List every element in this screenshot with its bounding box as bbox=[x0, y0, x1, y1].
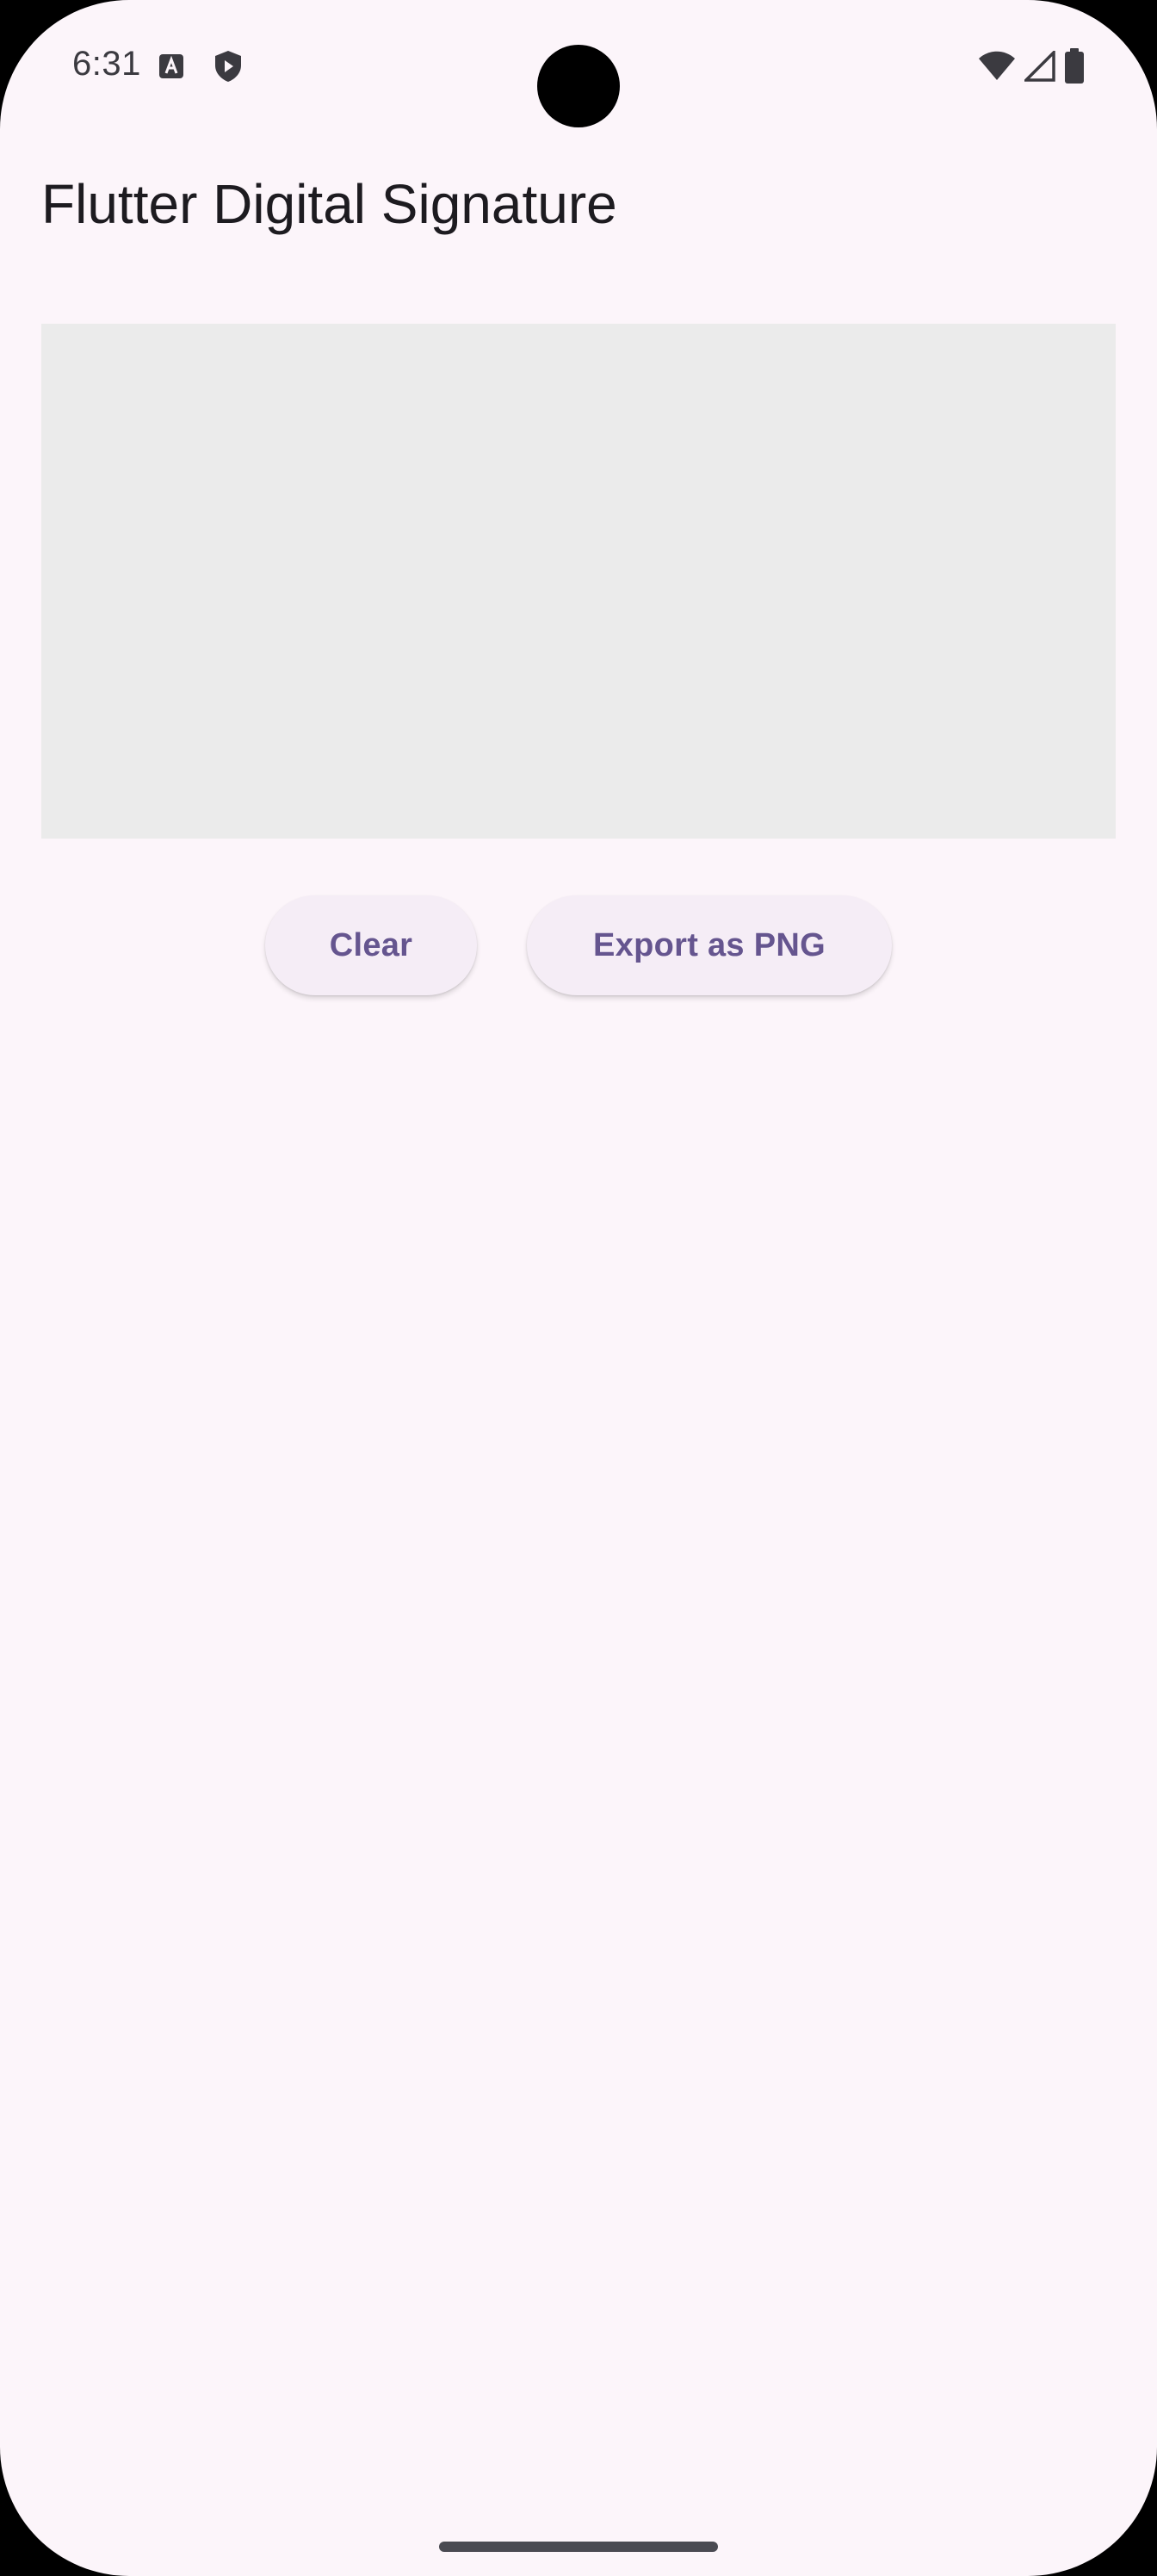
status-icons-right bbox=[978, 48, 1085, 84]
status-bar: 6:31 bbox=[0, 0, 1157, 129]
export-png-button[interactable]: Export as PNG bbox=[527, 895, 892, 995]
signature-pad[interactable] bbox=[41, 324, 1116, 839]
clear-button[interactable]: Clear bbox=[265, 895, 477, 995]
camera-cutout bbox=[537, 45, 620, 127]
shield-icon bbox=[213, 50, 243, 83]
battery-icon bbox=[1064, 48, 1085, 84]
gesture-navigation-handle[interactable] bbox=[439, 2542, 718, 2552]
phone-screen: 6:31 Flutter Digital Signature Clear Exp… bbox=[0, 0, 1157, 2576]
keyboard-a-icon bbox=[158, 53, 184, 79]
page-title: Flutter Digital Signature bbox=[41, 173, 617, 235]
signal-icon bbox=[1024, 51, 1055, 82]
wifi-icon bbox=[978, 51, 1016, 82]
status-time: 6:31 bbox=[72, 45, 141, 83]
